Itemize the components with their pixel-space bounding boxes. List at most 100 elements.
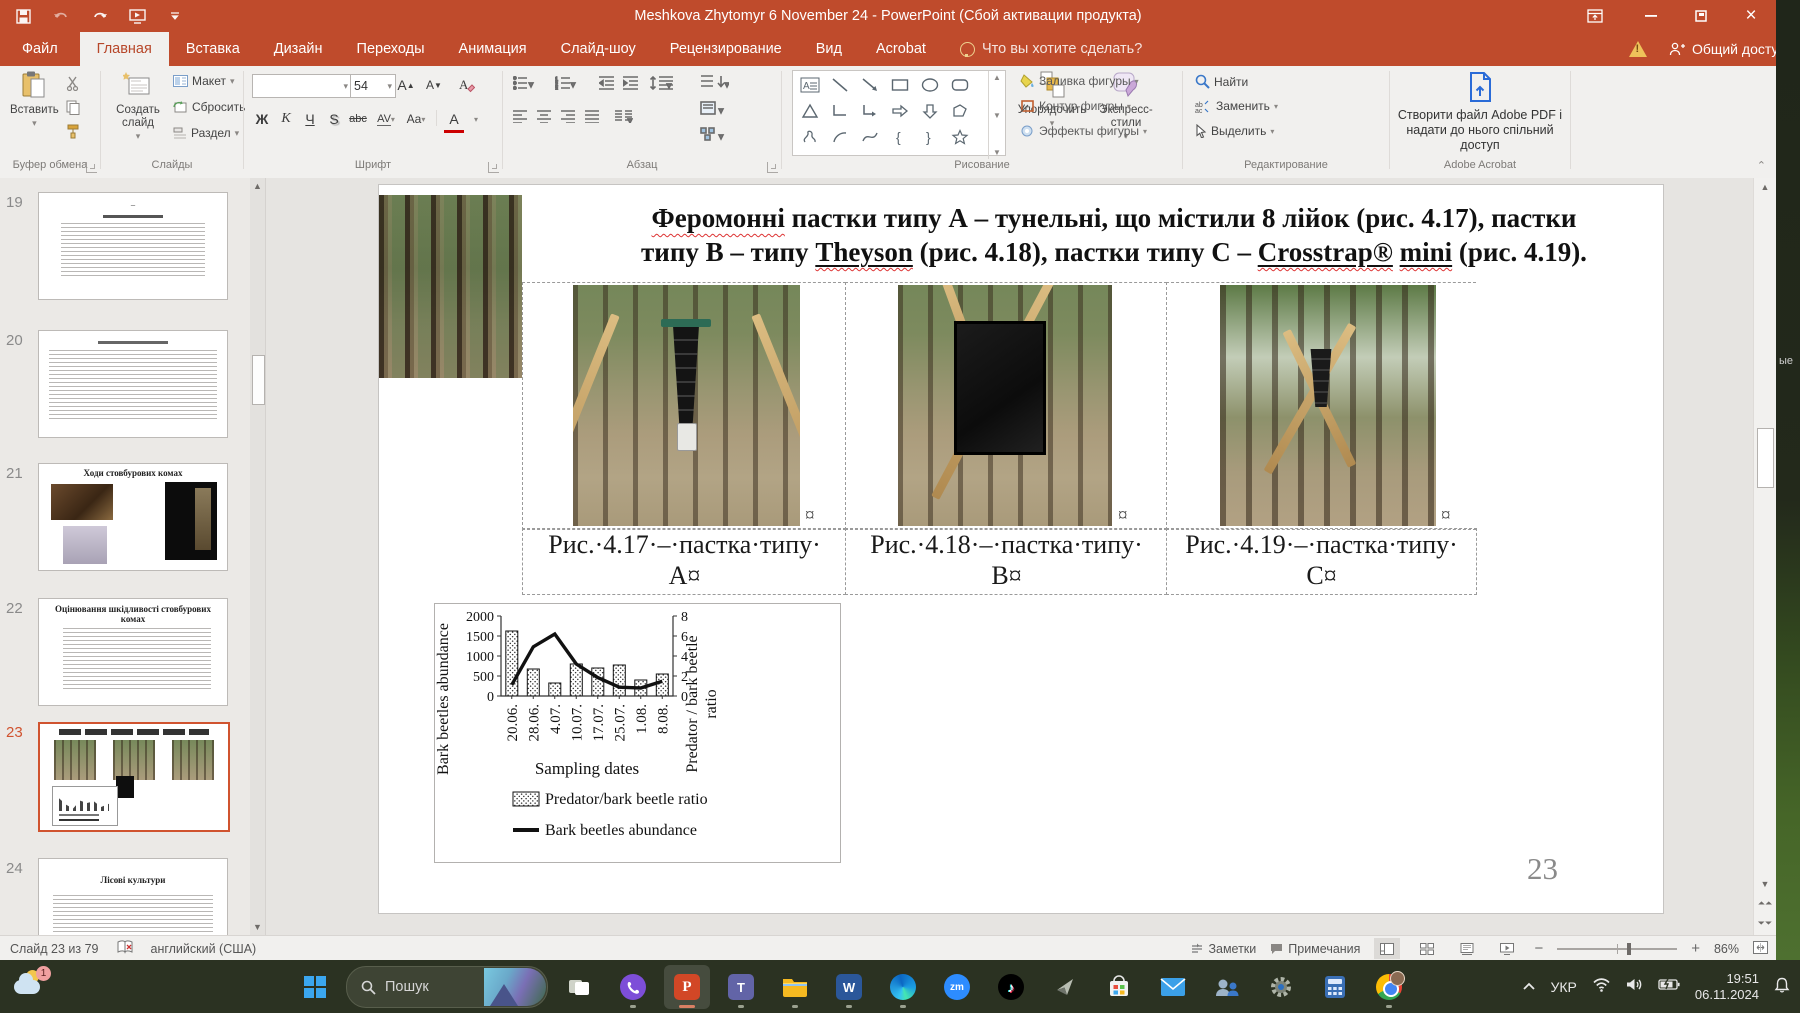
notes-button[interactable]: Заметки xyxy=(1191,942,1256,956)
font-dialog-launcher[interactable] xyxy=(488,162,499,173)
start-button[interactable] xyxy=(292,965,338,1009)
proofing-icon[interactable] xyxy=(117,940,133,957)
font-color-button[interactable]: А xyxy=(444,108,464,133)
tab-animations[interactable]: Анимация xyxy=(442,32,544,66)
slideshow-view-button[interactable] xyxy=(1494,938,1520,959)
slide-thumbnail-21[interactable]: Ходи стовбурових комах xyxy=(38,463,228,571)
slide-23[interactable]: Феромонні пастки типу А – тунельні, що м… xyxy=(379,185,1663,913)
beetle-chart[interactable]: 05001000150020000246820.06.28.06.4.07.10… xyxy=(434,603,841,863)
text-shadow-button[interactable]: S xyxy=(324,108,344,130)
taskbar-app-edge[interactable] xyxy=(880,965,926,1009)
taskbar-app-viber[interactable] xyxy=(610,965,656,1009)
columns-icon[interactable]: ▾ xyxy=(615,110,633,123)
panel-scrollbar[interactable]: ▲ ▼ xyxy=(250,178,265,935)
scroll-down-icon[interactable]: ▼ xyxy=(1754,879,1776,889)
reading-view-button[interactable] xyxy=(1454,938,1480,959)
shape-triangle-icon[interactable] xyxy=(795,98,825,124)
clipboard-dialog-launcher[interactable] xyxy=(86,162,97,173)
taskbar-app-zoom[interactable]: zm xyxy=(934,965,980,1009)
trap-photo-a[interactable] xyxy=(573,285,800,526)
tab-home[interactable]: Главная xyxy=(80,32,169,66)
convert-smartart-icon[interactable]: ▾ xyxy=(699,126,729,142)
language-indicator[interactable]: английский (США) xyxy=(151,942,257,956)
shape-fill-button[interactable]: Заливка фигуры▾ xyxy=(1020,74,1139,88)
notifications-bell-icon[interactable] xyxy=(1774,977,1790,998)
taskbar-app-people[interactable] xyxy=(1204,965,1250,1009)
undo-icon[interactable] xyxy=(52,7,70,25)
increase-indent-icon[interactable] xyxy=(623,76,639,90)
share-button[interactable]: Общий доступ xyxy=(1669,41,1786,57)
panel-scroll-up-icon[interactable]: ▲ xyxy=(250,181,265,191)
shape-scribble-icon[interactable] xyxy=(795,124,825,150)
shape-line-icon[interactable] xyxy=(825,72,855,98)
underline-button[interactable]: Ч xyxy=(300,108,320,130)
taskbar-app-mail[interactable] xyxy=(1150,965,1196,1009)
slideshow-from-start-icon[interactable] xyxy=(128,7,146,25)
shape-arrow-icon[interactable] xyxy=(855,72,885,98)
taskbar-app-settings[interactable] xyxy=(1258,965,1304,1009)
scroll-up-icon[interactable]: ▲ xyxy=(1754,182,1776,192)
decrease-indent-icon[interactable] xyxy=(599,76,615,90)
character-spacing-button[interactable]: AV▾ xyxy=(376,108,396,130)
close-button[interactable]: × xyxy=(1726,0,1776,32)
align-center-icon[interactable] xyxy=(537,110,552,123)
bullets-icon[interactable]: ▾ xyxy=(513,76,547,90)
normal-view-button[interactable] xyxy=(1374,938,1400,959)
shape-star-icon[interactable] xyxy=(945,124,975,150)
reset-button[interactable]: Сбросить xyxy=(173,100,245,114)
shape-oval-icon[interactable] xyxy=(915,72,945,98)
shape-curve-icon[interactable] xyxy=(855,124,885,150)
taskbar-app-store[interactable] xyxy=(1096,965,1142,1009)
battery-icon[interactable] xyxy=(1658,978,1680,996)
tab-slideshow[interactable]: Слайд-шоу xyxy=(544,32,653,66)
caption-a[interactable]: Рис.·4.17·–·пастка·типу·А¤ xyxy=(522,528,846,595)
slide-thumbnail-24[interactable]: Лісові культури xyxy=(38,858,228,935)
trap-photo-c[interactable] xyxy=(1220,285,1436,526)
search-box[interactable]: Пошук xyxy=(346,966,548,1008)
increase-font-icon[interactable]: A▲ xyxy=(396,74,416,96)
font-size-combo[interactable]: 54▾ xyxy=(350,74,396,98)
shape-rectangle-icon[interactable] xyxy=(885,72,915,98)
taskbar-app-chrome[interactable] xyxy=(1366,965,1412,1009)
minimize-button[interactable] xyxy=(1626,0,1676,32)
align-text-icon[interactable]: ▾ xyxy=(699,100,729,116)
strikethrough-button[interactable]: abc xyxy=(348,108,368,130)
slide-thumbnail-19[interactable]: ─ xyxy=(38,192,228,300)
tab-acrobat[interactable]: Acrobat xyxy=(859,32,943,66)
zoom-in-button[interactable]: + xyxy=(1691,940,1700,957)
italic-button[interactable]: К xyxy=(276,108,296,130)
shape-right-brace-icon[interactable]: } xyxy=(915,124,945,150)
shape-effects-button[interactable]: Эффекты фигуры▾ xyxy=(1020,124,1147,138)
taskbar-app-word[interactable]: W xyxy=(826,965,872,1009)
taskbar-app-powerpoint[interactable]: P xyxy=(664,965,710,1009)
slide-title-textbox[interactable]: Феромонні пастки типу А – тунельні, що м… xyxy=(559,201,1669,269)
panel-scroll-down-icon[interactable]: ▼ xyxy=(250,922,265,932)
shape-outline-button[interactable]: Контур фигуры▾ xyxy=(1020,99,1131,113)
create-pdf-button[interactable]: Створити файл Adobe PDF і надати до ньог… xyxy=(1390,70,1570,153)
activation-warning-icon[interactable] xyxy=(1629,41,1647,57)
tab-file[interactable]: Файл xyxy=(0,32,80,66)
shape-down-arrow-icon[interactable] xyxy=(915,98,945,124)
next-slide-icon[interactable]: ⏷⏷ xyxy=(1754,918,1776,929)
taskbar-app-task-view[interactable] xyxy=(556,965,602,1009)
volume-icon[interactable] xyxy=(1626,977,1643,997)
tab-view[interactable]: Вид xyxy=(799,32,859,66)
shapes-gallery-scrollbar[interactable]: ▲▼▼ xyxy=(988,71,1005,159)
line-spacing-icon[interactable]: ▾ xyxy=(649,76,675,90)
redo-icon[interactable] xyxy=(90,7,108,25)
customize-qat-icon[interactable] xyxy=(166,7,184,25)
text-direction-icon[interactable]: ▾ xyxy=(699,74,729,90)
tray-chevron-icon[interactable] xyxy=(1522,978,1536,996)
scroll-thumb[interactable] xyxy=(1757,428,1774,488)
restore-button[interactable] xyxy=(1676,0,1726,32)
select-button[interactable]: Выделить▾ xyxy=(1195,124,1274,138)
clear-formatting-icon[interactable]: A xyxy=(456,74,476,96)
decrease-font-icon[interactable]: A▼ xyxy=(424,74,444,96)
taskbar-app-tiktok[interactable]: ♪ xyxy=(988,965,1034,1009)
save-icon[interactable] xyxy=(14,7,32,25)
zoom-slider[interactable] xyxy=(1557,948,1677,950)
format-painter-icon[interactable] xyxy=(66,124,81,139)
font-color-dropdown[interactable]: ▾ xyxy=(466,108,486,130)
zoom-level[interactable]: 86% xyxy=(1714,942,1739,956)
shape-textbox-icon[interactable]: A xyxy=(795,72,825,98)
